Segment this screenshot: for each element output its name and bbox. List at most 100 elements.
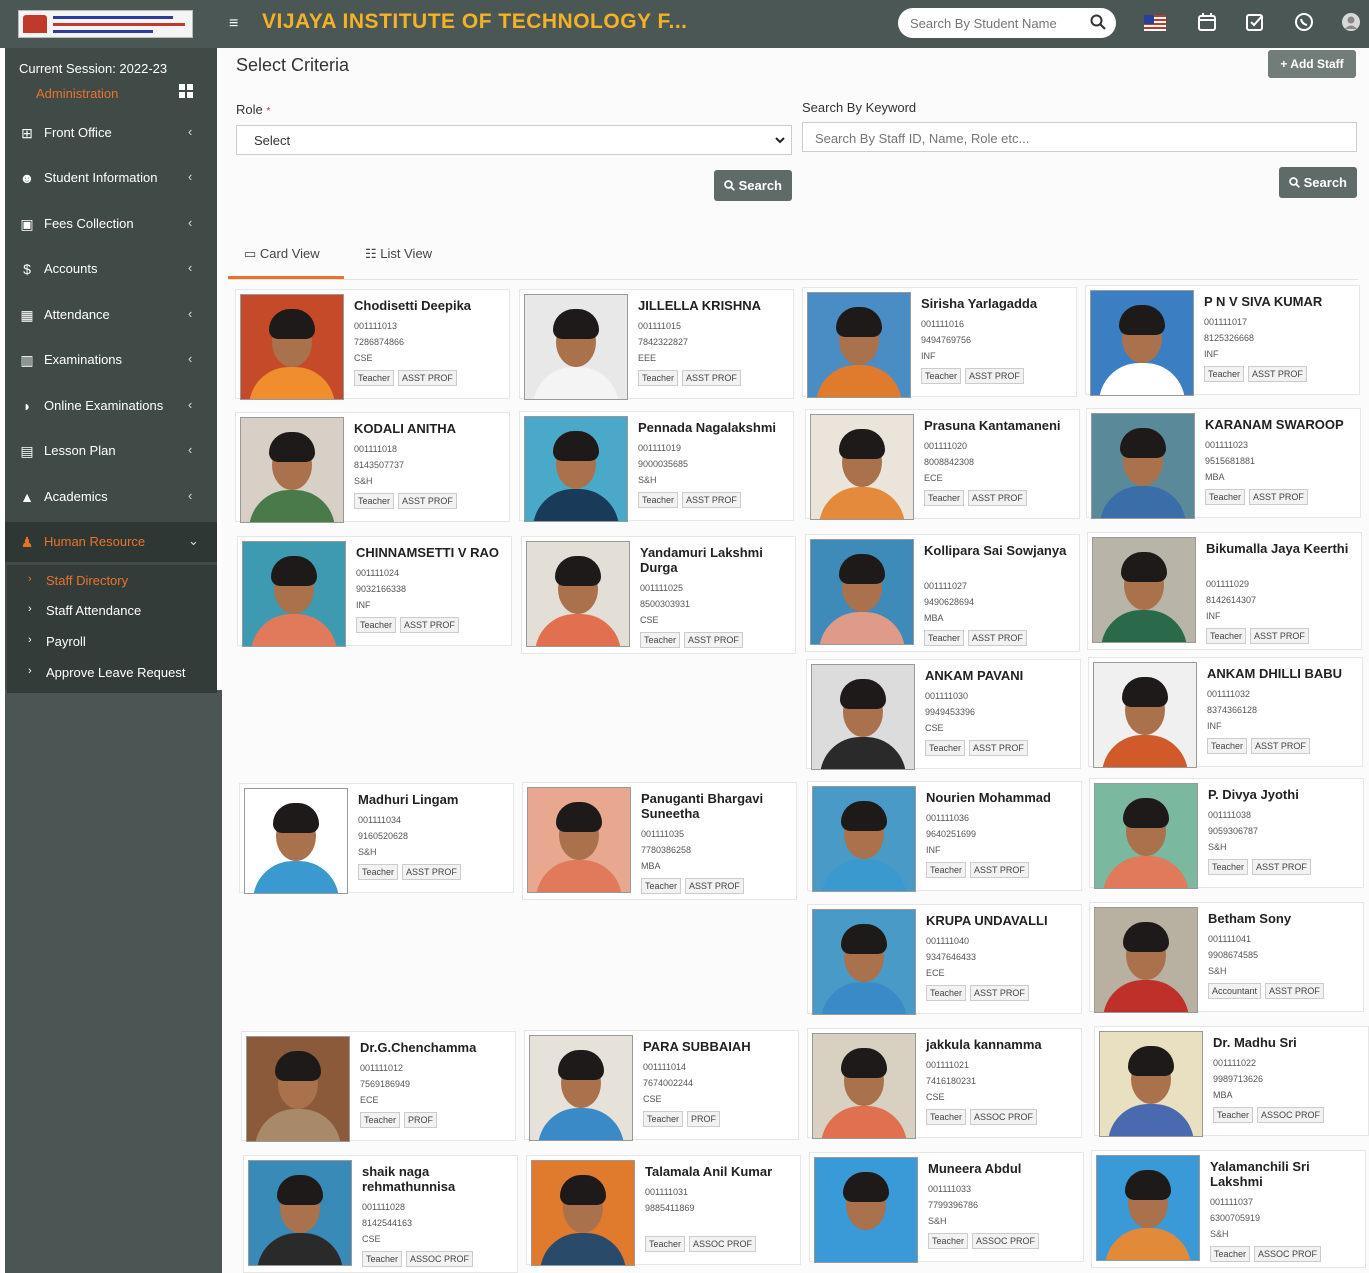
- staff-name[interactable]: CHINNAMSETTI V RAO: [356, 545, 512, 560]
- language-flag-icon[interactable]: [1144, 12, 1166, 34]
- staff-name[interactable]: P. Divya Jyothi: [1208, 787, 1364, 802]
- administration-link[interactable]: Administration: [36, 86, 118, 101]
- staff-card[interactable]: jakkula kannamma 001111021 7416180231 CSE Te…: [807, 1028, 1082, 1139]
- sidebar-item-academics[interactable]: ▲ Academics ‹: [5, 477, 217, 517]
- sidebar-item-student-information[interactable]: ☻ Student Information ‹: [5, 158, 217, 198]
- staff-card[interactable]: Nourien Mohammad 001111036 9640251699 INF Te…: [807, 781, 1082, 892]
- staff-name[interactable]: Betham Sony: [1208, 911, 1364, 926]
- staff-name[interactable]: Prasuna Kantamaneni: [924, 418, 1080, 433]
- user-avatar-icon[interactable]: [1340, 12, 1362, 34]
- staff-card[interactable]: Pennada Nagalakshmi 001111019 9000035685 S&…: [519, 411, 794, 522]
- tab-card-view[interactable]: ▭ Card View: [244, 246, 320, 262]
- sidebar-item-accounts[interactable]: $ Accounts ‹: [5, 249, 217, 289]
- hamburger-menu-icon[interactable]: ≡: [229, 16, 243, 32]
- whatsapp-icon[interactable]: [1293, 12, 1315, 34]
- staff-name[interactable]: ANKAM DHILLI BABU: [1207, 666, 1363, 681]
- designation-badge: ASST PROF: [685, 878, 744, 894]
- staff-name[interactable]: KARANAM SWAROOP: [1205, 417, 1361, 432]
- staff-card[interactable]: Talamala Anil Kumar 001111031 9885411869 Te…: [526, 1155, 801, 1266]
- staff-card[interactable]: shaik naga rehmathunnisa 001111028 8142544…: [243, 1155, 518, 1273]
- sidebar-item-lesson-plan[interactable]: ▤ Lesson Plan ‹: [5, 431, 217, 471]
- staff-card[interactable]: KODALI ANITHA 001111018 8143507737 S&H Teach…: [235, 412, 510, 523]
- staff-name[interactable]: Dr. Madhu Sri: [1213, 1035, 1369, 1050]
- staff-card[interactable]: Prasuna Kantamaneni 001111020 8008842308 EC…: [805, 409, 1080, 520]
- sidebar-item-human-resource[interactable]: ♟ Human Resource ⌄: [5, 522, 217, 562]
- staff-card[interactable]: KRUPA UNDAVALLI 001111040 9347646433 ECE Tea…: [807, 904, 1082, 1015]
- submenu-staff-directory[interactable]: Staff Directory: [46, 573, 128, 588]
- role-select[interactable]: Select: [236, 125, 792, 155]
- sidebar-item-attendance[interactable]: ▦ Attendance ‹: [5, 295, 217, 335]
- staff-name[interactable]: Talamala Anil Kumar: [645, 1164, 801, 1179]
- staff-name[interactable]: Chodisetti Deepika: [354, 298, 510, 313]
- staff-card[interactable]: Sirisha Yarlagadda 001111016 9494769756 INF…: [802, 287, 1077, 398]
- staff-name[interactable]: KODALI ANITHA: [354, 421, 510, 436]
- staff-card[interactable]: Muneera Abdul 001111033 7799396786 S&H Teach…: [809, 1152, 1084, 1263]
- staff-name[interactable]: jakkula kannamma: [926, 1037, 1082, 1052]
- add-staff-button[interactable]: + Add Staff: [1268, 50, 1356, 78]
- staff-name[interactable]: Bikumalla Jaya Keerthi: [1206, 541, 1362, 556]
- staff-name[interactable]: Yandamuri Lakshmi Durga: [640, 545, 796, 575]
- role-badge: Teacher: [921, 368, 962, 384]
- staff-name[interactable]: KRUPA UNDAVALLI: [926, 913, 1082, 928]
- photo-hair: [1122, 677, 1168, 707]
- staff-card[interactable]: Kollipara Sai Sowjanya 001111027 949062869…: [805, 534, 1080, 652]
- institute-logo[interactable]: [18, 10, 193, 38]
- staff-card[interactable]: Betham Sony 001111041 9908674585 S&H Account…: [1089, 902, 1364, 1013]
- staff-card[interactable]: JILLELLA KRISHNA 001111015 7842322827 EEE Te…: [519, 289, 794, 400]
- staff-card[interactable]: Yalamanchili Sri Lakshmi 001111037 6300705…: [1091, 1150, 1366, 1268]
- staff-card[interactable]: Dr.G.Chenchamma 001111012 7569186949 ECE Tea…: [241, 1031, 516, 1142]
- staff-card[interactable]: Dr. Madhu Sri 001111022 9989713626 MBA Teach…: [1094, 1026, 1369, 1137]
- staff-name[interactable]: Nourien Mohammad: [926, 790, 1082, 805]
- role-search-button[interactable]: Search: [714, 170, 792, 201]
- staff-name[interactable]: Muneera Abdul: [928, 1161, 1084, 1176]
- staff-name[interactable]: ANKAM PAVANI: [925, 668, 1081, 683]
- staff-card[interactable]: P. Divya Jyothi 001111038 9059306787 S&H Tea…: [1089, 778, 1364, 889]
- sidebar-item-front-office[interactable]: ⊞ Front Office ‹: [5, 113, 217, 153]
- staff-id: 001111015: [638, 321, 682, 331]
- submenu-approve-leave-request[interactable]: Approve Leave Request: [46, 665, 185, 680]
- staff-name[interactable]: Panuganti Bhargavi Suneetha: [641, 791, 797, 821]
- search-icon[interactable]: [1090, 14, 1106, 30]
- submenu-payroll[interactable]: Payroll: [46, 634, 86, 649]
- sidebar-item-fees-collection[interactable]: ▣ Fees Collection ‹: [5, 204, 217, 244]
- staff-card[interactable]: ANKAM DHILLI BABU 001111032 8374366128 INF T…: [1088, 657, 1363, 768]
- staff-phone: 9515681881: [1205, 456, 1256, 466]
- staff-name[interactable]: P N V SIVA KUMAR: [1204, 294, 1360, 309]
- staff-card[interactable]: PARA SUBBAIAH 001111014 7674002244 CSE Teach…: [524, 1030, 799, 1141]
- staff-card[interactable]: ANKAM PAVANI 001111030 9949453396 CSE Teache…: [806, 659, 1081, 770]
- task-check-icon[interactable]: [1244, 12, 1266, 34]
- staff-card[interactable]: Chodisetti Deepika 001111013 7286874866 CSE…: [235, 289, 510, 400]
- role-badge: Teacher: [354, 370, 395, 386]
- staff-id: 001111040: [926, 936, 970, 946]
- staff-name[interactable]: Sirisha Yarlagadda: [921, 296, 1077, 311]
- staff-card[interactable]: KARANAM SWAROOP 001111023 9515681881 MBA Tea…: [1086, 408, 1361, 519]
- staff-name[interactable]: PARA SUBBAIAH: [643, 1039, 799, 1054]
- staff-card[interactable]: Madhuri Lingam 001111034 9160520628 S&H Teac…: [239, 783, 514, 894]
- tab-list-view[interactable]: ☷ List View: [365, 246, 432, 262]
- role-badge: Teacher: [928, 1233, 969, 1249]
- staff-card[interactable]: CHINNAMSETTI V RAO 001111024 9032166338 INF…: [237, 536, 512, 647]
- photo-hair: [275, 1051, 321, 1081]
- staff-name[interactable]: Pennada Nagalakshmi: [638, 420, 794, 435]
- staff-card[interactable]: Panuganti Bhargavi Suneetha 001111035 7780…: [522, 782, 797, 900]
- staff-name[interactable]: Kollipara Sai Sowjanya: [924, 543, 1080, 558]
- student-search-input[interactable]: [910, 14, 1080, 32]
- staff-name[interactable]: Yalamanchili Sri Lakshmi: [1210, 1159, 1366, 1189]
- sidebar-item-online-examinations[interactable]: ◗ Online Examinations ‹: [5, 386, 217, 426]
- staff-name[interactable]: Dr.G.Chenchamma: [360, 1040, 516, 1055]
- staff-name[interactable]: Madhuri Lingam: [358, 792, 514, 807]
- staff-card[interactable]: Yandamuri Lakshmi Durga 001111025 85003039…: [521, 536, 796, 654]
- staff-card[interactable]: Bikumalla Jaya Keerthi 001111029 814261430…: [1087, 532, 1362, 650]
- staff-name[interactable]: JILLELLA KRISHNA: [638, 298, 794, 313]
- role-badge: Teacher: [358, 864, 399, 880]
- staff-card[interactable]: P N V SIVA KUMAR 001111017 8125326668 INF Te…: [1085, 285, 1360, 396]
- keyword-search-button[interactable]: Search: [1279, 167, 1357, 198]
- grid-icon[interactable]: [179, 84, 193, 98]
- calendar-icon[interactable]: [1196, 12, 1218, 34]
- submenu-staff-attendance[interactable]: Staff Attendance: [46, 603, 141, 618]
- staff-name[interactable]: shaik naga rehmathunnisa: [362, 1164, 518, 1194]
- staff-photo: [810, 539, 914, 645]
- keyword-search-input[interactable]: [815, 129, 1315, 147]
- sidebar-item-examinations[interactable]: ▥ Examinations ‹: [5, 340, 217, 380]
- staff-photo: [527, 787, 631, 893]
